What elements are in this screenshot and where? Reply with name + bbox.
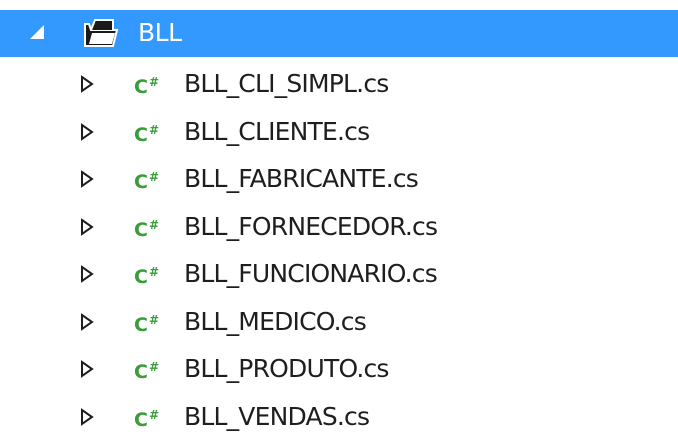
csharp-file-icon: C # <box>134 122 159 146</box>
file-label: BLL_FORNECEDOR.cs <box>184 211 438 241</box>
csharp-file-icon: C # <box>134 170 159 193</box>
csharp-file-icon: C # <box>134 265 159 288</box>
tree-item-file[interactable]: C # BLL_CLIENTE.cs <box>0 108 678 156</box>
file-label: BLL_PRODUTO.cs <box>184 354 389 383</box>
file-label: BLL_FUNCIONARIO.cs <box>184 259 438 288</box>
file-label: BLL_CLIENTE.cs <box>184 116 370 146</box>
tree-item-file[interactable]: C # BLL_PRODUTO.cs <box>0 345 678 393</box>
tree-item-file[interactable]: C # BLL_FORNECEDOR.cs <box>0 203 678 251</box>
solution-explorer-tree: BLL C # BLL_CLI_SIMPL.cs C # BLL_CLIENTE.cs C #… <box>0 0 678 437</box>
expand-arrow-icon[interactable] <box>80 312 94 331</box>
csharp-file-icon: C # <box>134 360 159 383</box>
tree-item-file[interactable]: C # BLL_CLI_SIMPL.cs <box>0 60 678 108</box>
expand-arrow-icon[interactable] <box>80 407 94 426</box>
expand-arrow-icon[interactable] <box>80 122 94 141</box>
folder-label: BLL <box>138 18 182 47</box>
file-label: BLL_MEDICO.cs <box>184 306 367 336</box>
csharp-file-icon: C # <box>134 217 159 241</box>
collapse-arrow-icon[interactable] <box>30 25 44 39</box>
csharp-file-icon: C # <box>134 75 159 98</box>
file-label: BLL_FABRICANTE.cs <box>184 164 419 193</box>
expand-arrow-icon[interactable] <box>80 75 94 93</box>
tree-item-file[interactable]: C # BLL_FABRICANTE.cs <box>0 155 678 203</box>
tree-item-folder-bll[interactable]: BLL <box>0 10 678 57</box>
expand-arrow-icon[interactable] <box>80 360 94 378</box>
csharp-file-icon: C # <box>134 407 159 431</box>
file-label: BLL_CLI_SIMPL.cs <box>184 69 389 98</box>
tree-item-file[interactable]: C # BLL_FUNCIONARIO.cs <box>0 250 678 298</box>
folder-open-icon <box>84 19 119 47</box>
expand-arrow-icon[interactable] <box>80 265 94 283</box>
expand-arrow-icon[interactable] <box>80 170 94 188</box>
tree-item-file[interactable]: C # BLL_MEDICO.cs <box>0 298 678 346</box>
expand-arrow-icon[interactable] <box>80 217 94 236</box>
tree-item-file[interactable]: C # BLL_VENDAS.cs <box>0 393 678 437</box>
file-label: BLL_VENDAS.cs <box>184 401 370 431</box>
csharp-file-icon: C # <box>134 312 159 336</box>
